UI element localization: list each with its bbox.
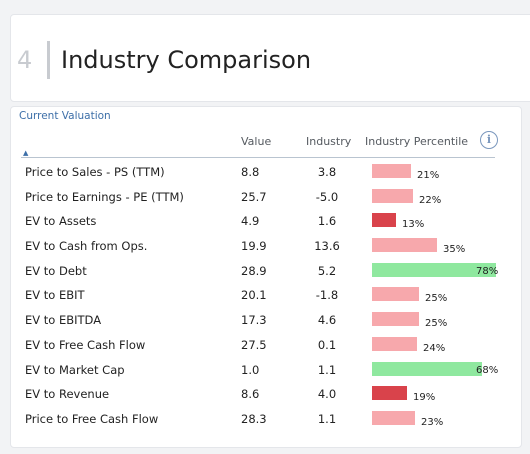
- percentile-bar: [372, 188, 413, 203]
- industry-value: 4.6: [317, 313, 337, 328]
- metric-value: 27.5: [241, 337, 267, 352]
- percentile-bar: [372, 336, 417, 351]
- percentile-label: 68%: [476, 364, 499, 376]
- metric-name: EV to EBITDA: [25, 313, 102, 328]
- percentile-label: 24%: [423, 342, 446, 354]
- percentile-cell: 78%: [372, 262, 499, 277]
- section-label: Current Valuation: [19, 110, 111, 122]
- section-header-card: 4 Industry Comparison: [10, 14, 530, 102]
- column-header-industry-percentile[interactable]: Industry Percentile: [365, 135, 468, 148]
- metric-value: 8.6: [241, 387, 260, 402]
- percentile-bar: [372, 238, 437, 253]
- percentile-cell: 35%: [372, 238, 496, 256]
- percentile-bar: [372, 164, 411, 178]
- industry-value: 13.6: [314, 239, 340, 254]
- table-row[interactable]: EV to Market Cap 1.0 1.1 68%: [11, 358, 521, 383]
- percentile-cell: 23%: [372, 410, 496, 428]
- table-row[interactable]: EV to EBITDA 17.3 4.6 25%: [11, 308, 521, 333]
- sort-ascending-icon[interactable]: ▲: [23, 149, 28, 157]
- percentile-cell: 24%: [372, 336, 496, 354]
- metric-value: 4.9: [241, 214, 260, 229]
- table-row[interactable]: Price to Sales - PS (TTM) 8.8 3.8 21%: [11, 160, 521, 185]
- metric-name: EV to Cash from Ops.: [25, 239, 148, 254]
- percentile-bar: [372, 312, 419, 327]
- metric-value: 20.1: [241, 288, 267, 303]
- step-number: 4: [17, 46, 33, 74]
- table-row[interactable]: EV to Revenue 8.6 4.0 19%: [11, 382, 521, 407]
- step-divider: [47, 41, 50, 79]
- percentile-bar: [372, 213, 396, 228]
- metric-name: EV to Assets: [25, 214, 97, 229]
- industry-value: 3.8: [317, 165, 337, 179]
- percentile-cell: 68%: [372, 361, 499, 376]
- industry-value: 1.6: [317, 214, 337, 229]
- percentile-cell: 13%: [372, 213, 496, 231]
- percentile-label: 78%: [476, 265, 499, 277]
- industry-value: -1.8: [315, 288, 339, 303]
- metric-value: 28.3: [241, 411, 267, 426]
- metric-name: EV to Market Cap: [25, 362, 125, 377]
- metric-value: 25.7: [241, 189, 267, 204]
- column-header-industry[interactable]: Industry: [306, 135, 351, 148]
- metric-name: EV to EBIT: [25, 288, 85, 303]
- percentile-label: 21%: [417, 170, 440, 181]
- table-row[interactable]: EV to Debt 28.9 5.2 78%: [11, 259, 521, 284]
- industry-value: 1.1: [317, 362, 337, 377]
- percentile-label: 22%: [419, 194, 442, 206]
- percentile-label: 19%: [413, 392, 436, 404]
- metric-name: EV to Debt: [25, 263, 87, 278]
- table-row[interactable]: Price to Free Cash Flow 28.3 1.1 23%: [11, 407, 521, 432]
- metric-value: 17.3: [241, 313, 267, 328]
- valuation-table: Price to Sales - PS (TTM) 8.8 3.8 21% Price …: [11, 160, 521, 432]
- metric-name: Price to Free Cash Flow: [25, 411, 159, 426]
- info-icon[interactable]: i: [480, 131, 498, 149]
- metric-name: Price to Sales - PS (TTM): [25, 165, 165, 179]
- industry-value: 1.1: [317, 411, 337, 426]
- table-row[interactable]: EV to Cash from Ops. 19.9 13.6 35%: [11, 234, 521, 259]
- table-row[interactable]: Price to Earnings - PE (TTM) 25.7 -5.0 22%: [11, 185, 521, 210]
- table-row[interactable]: EV to Free Cash Flow 27.5 0.1 24%: [11, 333, 521, 358]
- industry-value: -5.0: [315, 189, 339, 204]
- industry-value: 5.2: [317, 263, 337, 278]
- percentile-label: 25%: [425, 318, 448, 330]
- metric-value: 19.9: [241, 239, 267, 254]
- percentile-bar: [372, 410, 415, 425]
- percentile-cell: 21%: [372, 164, 496, 181]
- table-row[interactable]: EV to EBIT 20.1 -1.8 25%: [11, 283, 521, 308]
- industry-value: 0.1: [317, 337, 337, 352]
- percentile-cell: 22%: [372, 188, 496, 206]
- percentile-cell: 25%: [372, 287, 496, 305]
- metric-value: 28.9: [241, 263, 267, 278]
- percentile-label: 25%: [425, 293, 448, 305]
- percentile-label: 35%: [443, 244, 466, 256]
- percentile-cell: 19%: [372, 386, 496, 404]
- percentile-cell: 25%: [372, 312, 496, 330]
- metric-value: 8.8: [241, 165, 260, 179]
- metric-name: EV to Revenue: [25, 387, 110, 402]
- header-divider: [21, 157, 495, 158]
- current-valuation-card: Current Valuation Value Industry Industr…: [10, 106, 522, 448]
- table-row[interactable]: EV to Assets 4.9 1.6 13%: [11, 209, 521, 234]
- metric-value: 1.0: [241, 362, 260, 377]
- percentile-bar: [372, 287, 419, 302]
- percentile-label: 23%: [421, 416, 444, 428]
- column-header-value[interactable]: Value: [241, 135, 271, 148]
- industry-value: 4.0: [317, 387, 337, 402]
- percentile-label: 13%: [402, 219, 425, 231]
- metric-name: Price to Earnings - PE (TTM): [25, 189, 184, 204]
- metric-name: EV to Free Cash Flow: [25, 337, 146, 352]
- percentile-bar: [372, 386, 407, 401]
- page-title: Industry Comparison: [61, 46, 312, 74]
- percentile-bar: [372, 361, 482, 376]
